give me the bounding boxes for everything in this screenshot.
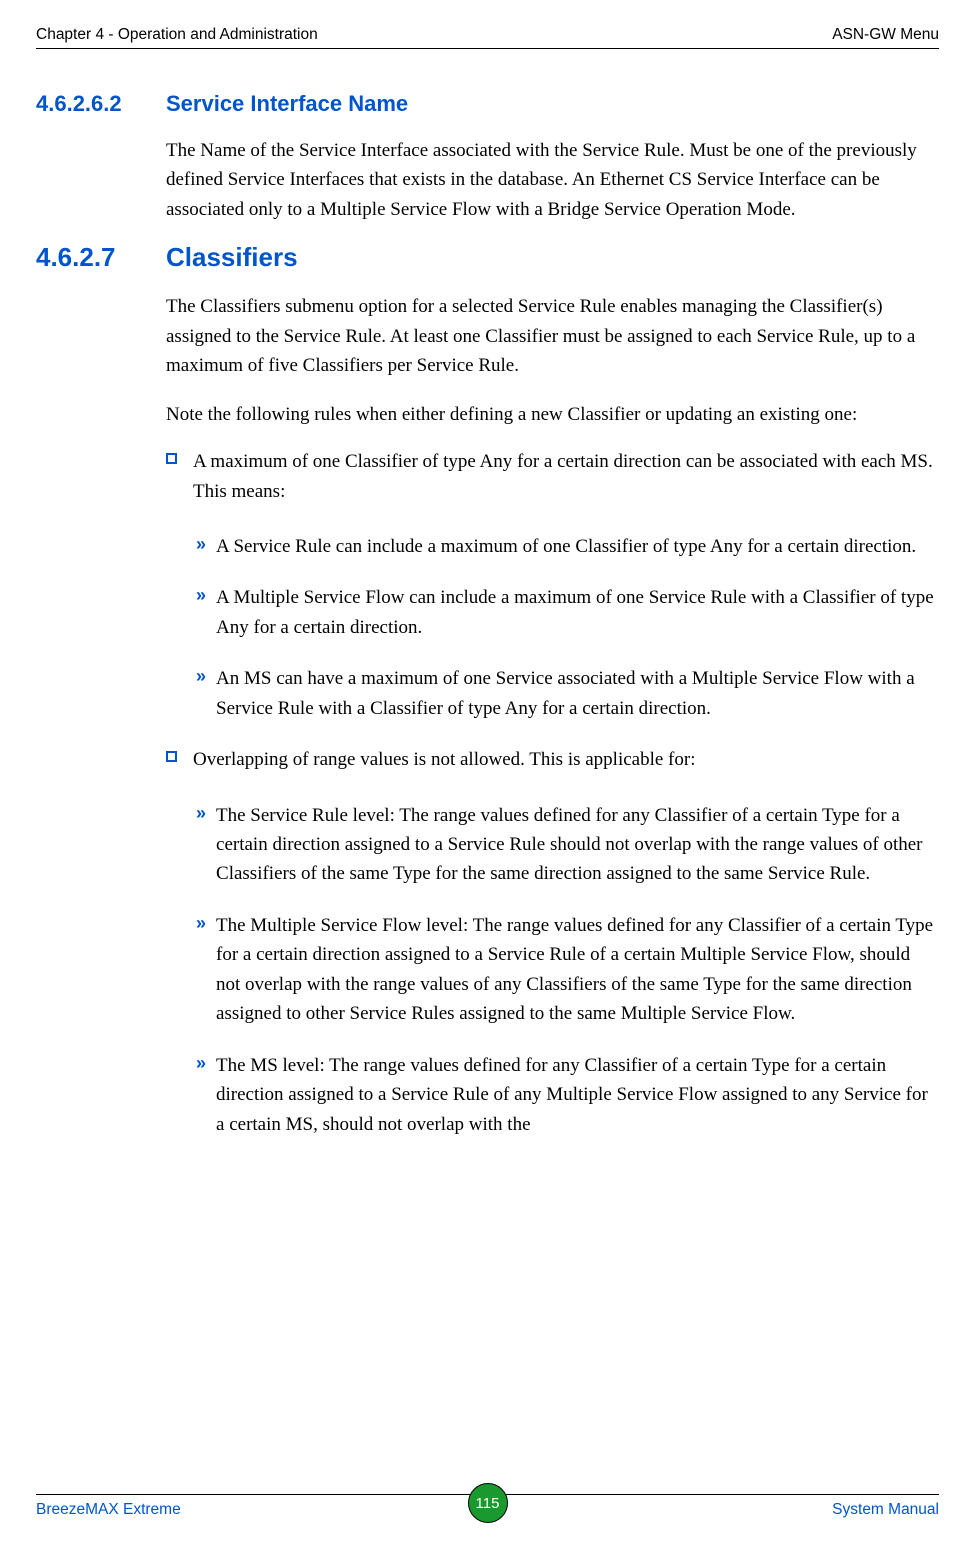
footer-right: System Manual [832, 1501, 939, 1519]
bullet-list: Overlapping of range values is not allow… [166, 745, 939, 774]
paragraph: Note the following rules when either def… [166, 400, 939, 429]
section-heading: 4.6.2.7 Classifiers [36, 242, 939, 273]
section-body: The Classifiers submenu option for a sel… [166, 292, 939, 1139]
section-body: The Name of the Service Interface associ… [166, 136, 939, 224]
section-title: Classifiers [166, 242, 298, 273]
bullet-list: A maximum of one Classifier of type Any … [166, 447, 939, 506]
sub-list: » The Service Rule level: The range valu… [196, 801, 939, 1139]
page-footer: BreezeMAX Extreme 115 System Manual [36, 1494, 939, 1519]
section-number: 4.6.2.6.2 [36, 91, 166, 117]
sub-text: A Service Rule can include a maximum of … [216, 532, 939, 561]
square-bullet-icon [166, 751, 177, 762]
chevron-icon: » [196, 534, 202, 561]
list-item: » The MS level: The range values defined… [196, 1051, 939, 1139]
header-left: Chapter 4 - Operation and Administration [36, 26, 318, 44]
square-bullet-icon [166, 453, 177, 464]
chevron-icon: » [196, 803, 202, 889]
chevron-icon: » [196, 666, 202, 723]
sub-text: The Multiple Service Flow level: The ran… [216, 911, 939, 1029]
sub-text: A Multiple Service Flow can include a ma… [216, 583, 939, 642]
list-item: » An MS can have a maximum of one Servic… [196, 664, 939, 723]
chevron-icon: » [196, 1053, 202, 1139]
sub-text: The Service Rule level: The range values… [216, 801, 939, 889]
list-item: » A Service Rule can include a maximum o… [196, 532, 939, 561]
paragraph: The Name of the Service Interface associ… [166, 136, 939, 224]
sub-text: An MS can have a maximum of one Service … [216, 664, 939, 723]
header-right: ASN-GW Menu [832, 26, 939, 44]
footer-left: BreezeMAX Extreme [36, 1501, 181, 1519]
sub-list: » A Service Rule can include a maximum o… [196, 532, 939, 723]
section-heading: 4.6.2.6.2 Service Interface Name [36, 91, 939, 117]
list-item: A maximum of one Classifier of type Any … [166, 447, 939, 506]
list-item: » The Service Rule level: The range valu… [196, 801, 939, 889]
chevron-icon: » [196, 913, 202, 1029]
paragraph: The Classifiers submenu option for a sel… [166, 292, 939, 380]
chevron-icon: » [196, 585, 202, 642]
list-item: » A Multiple Service Flow can include a … [196, 583, 939, 642]
section-number: 4.6.2.7 [36, 242, 166, 273]
section-title: Service Interface Name [166, 91, 408, 117]
list-item: Overlapping of range values is not allow… [166, 745, 939, 774]
bullet-text: Overlapping of range values is not allow… [193, 745, 939, 774]
sub-text: The MS level: The range values defined f… [216, 1051, 939, 1139]
list-item: » The Multiple Service Flow level: The r… [196, 911, 939, 1029]
bullet-text: A maximum of one Classifier of type Any … [193, 447, 939, 506]
page-header: Chapter 4 - Operation and Administration… [36, 26, 939, 49]
page-number-badge: 115 [468, 1483, 508, 1523]
